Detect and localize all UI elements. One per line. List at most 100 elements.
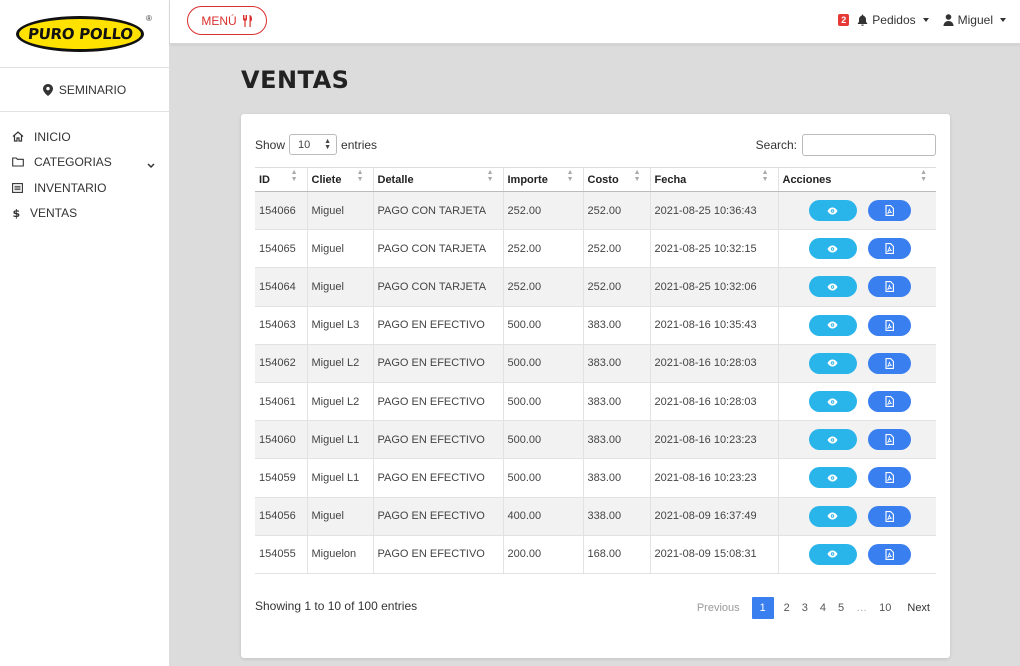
table-row: 154059 Miguel L1 PAGO EN EFECTIVO 500.00 383… bbox=[255, 458, 936, 498]
view-button[interactable] bbox=[808, 391, 857, 413]
row-actions bbox=[783, 543, 937, 565]
file-pdf-icon bbox=[884, 510, 894, 522]
row-actions bbox=[783, 391, 937, 413]
column-header[interactable]: Importe ▲ ▼ bbox=[503, 167, 584, 192]
pagination: Previous 1 2 3 4 5 … 10 Next bbox=[691, 597, 936, 619]
orders-label: Pedidos bbox=[872, 13, 916, 27]
sort-icon: ▲ ▼ bbox=[920, 169, 927, 183]
table-cell: 154055 bbox=[255, 535, 308, 574]
table-cell: 2021-08-16 10:35:43 bbox=[650, 306, 779, 345]
brand-logo[interactable]: PURO POLLO bbox=[16, 15, 144, 52]
sidebar-item-inventario[interactable]: INVENTARIO bbox=[0, 175, 169, 201]
table-cell: 154064 bbox=[255, 267, 308, 307]
sort-icon: ▲ ▼ bbox=[356, 169, 364, 183]
eye-icon bbox=[827, 398, 838, 406]
user-dropdown[interactable]: Miguel bbox=[943, 13, 1006, 27]
view-button[interactable] bbox=[808, 276, 857, 298]
row-actions bbox=[783, 276, 937, 298]
pagination-page[interactable]: 2 bbox=[778, 597, 796, 619]
pdf-button[interactable] bbox=[867, 238, 911, 260]
orders-count-badge: 2 bbox=[838, 14, 850, 26]
table-cell: 154065 bbox=[255, 229, 308, 269]
file-pdf-icon bbox=[884, 281, 894, 293]
show-label: Show bbox=[255, 137, 286, 152]
pagination-next[interactable]: Next bbox=[901, 597, 936, 619]
table-cell: 2021-08-09 15:08:31 bbox=[650, 535, 779, 574]
row-actions bbox=[783, 314, 937, 336]
pdf-button[interactable] bbox=[867, 314, 911, 336]
chevron-down-icon[interactable] bbox=[147, 158, 155, 172]
view-button[interactable] bbox=[808, 352, 857, 374]
actions-cell bbox=[778, 344, 936, 383]
sidebar-item-ventas[interactable]: $ VENTAS bbox=[0, 201, 169, 227]
pagination-previous[interactable]: Previous bbox=[691, 597, 746, 619]
table-row: 154056 Miguel PAGO EN EFECTIVO 400.00 338.00… bbox=[255, 497, 936, 536]
table-cell: Miguel L3 bbox=[307, 306, 374, 345]
caret-down-icon bbox=[922, 18, 929, 22]
folder-icon bbox=[12, 157, 30, 167]
pdf-button[interactable] bbox=[867, 505, 911, 527]
sidebar: PURO POLLO ® SEMINARIO INICIO CATEGORIAS… bbox=[0, 0, 170, 666]
view-button[interactable] bbox=[808, 314, 857, 336]
table-cell: 383.00 bbox=[583, 420, 651, 460]
table-cell: 154060 bbox=[255, 420, 308, 460]
actions-cell bbox=[778, 535, 937, 574]
table-cell: 2021-08-16 10:28:03 bbox=[650, 344, 779, 383]
table-cell: PAGO CON TARJETA bbox=[373, 229, 504, 269]
sidebar-item-inicio[interactable]: INICIO bbox=[0, 124, 169, 150]
table-cell: PAGO EN EFECTIVO bbox=[373, 382, 504, 422]
view-button[interactable] bbox=[808, 505, 857, 527]
sales-table: ID ▲ ▼ Cliete ▲ ▼ Detalle ▲ ▼ Importe ▲ ▼ Costo ▲ ▼ Fec… bbox=[255, 167, 936, 574]
orders-dropdown[interactable]: 2 Pedidos bbox=[838, 13, 929, 27]
eye-icon bbox=[827, 512, 838, 520]
page-size-select[interactable]: 10 ▲ ▼ bbox=[289, 134, 338, 155]
table-cell: Miguel L1 bbox=[307, 458, 374, 498]
menu-button-label: MENÚ bbox=[201, 13, 237, 28]
view-button[interactable] bbox=[808, 467, 857, 489]
select-updown-icon: ▲ ▼ bbox=[324, 137, 332, 151]
sidebar-item-categorias[interactable]: CATEGORIAS bbox=[0, 150, 169, 176]
view-button[interactable] bbox=[808, 200, 857, 222]
table-cell: 154061 bbox=[255, 382, 308, 422]
pagination-page[interactable]: 3 bbox=[796, 597, 814, 619]
table-cell: 500.00 bbox=[503, 344, 584, 383]
pdf-button[interactable] bbox=[867, 352, 911, 374]
page-size-control: Show 10 ▲ ▼ entries bbox=[255, 134, 377, 155]
file-pdf-icon bbox=[884, 205, 894, 217]
pagination-page[interactable]: 4 bbox=[814, 597, 832, 619]
table-row: 154063 Miguel L3 PAGO EN EFECTIVO 500.00 383… bbox=[255, 306, 937, 345]
table-info: Showing 1 to 10 of 100 entries bbox=[255, 599, 418, 613]
column-header[interactable]: Acciones ▲ ▼ bbox=[778, 167, 936, 192]
pdf-button[interactable] bbox=[867, 543, 911, 565]
pdf-button[interactable] bbox=[867, 200, 911, 222]
view-button[interactable] bbox=[808, 429, 857, 451]
search-input[interactable] bbox=[802, 134, 936, 156]
pdf-button[interactable] bbox=[867, 276, 911, 298]
pagination-page[interactable]: 1 bbox=[751, 597, 774, 619]
table-cell: 252.00 bbox=[503, 267, 584, 307]
column-header[interactable]: Detalle ▲ ▼ bbox=[373, 167, 504, 192]
view-button[interactable] bbox=[808, 543, 857, 565]
table-cell: 154063 bbox=[255, 306, 308, 345]
table-cell: 154056 bbox=[255, 497, 308, 536]
actions-cell bbox=[778, 420, 937, 460]
pdf-button[interactable] bbox=[867, 429, 911, 451]
row-actions bbox=[783, 429, 937, 451]
utensils-icon bbox=[242, 14, 252, 27]
column-header[interactable]: Fecha ▲ ▼ bbox=[650, 167, 779, 192]
pdf-button[interactable] bbox=[867, 467, 911, 489]
sidebar-item-label: INVENTARIO bbox=[34, 180, 107, 195]
column-header[interactable]: Costo ▲ ▼ bbox=[583, 167, 651, 192]
branch-name: SEMINARIO bbox=[58, 82, 127, 97]
column-header[interactable]: ID ▲ ▼ bbox=[255, 167, 308, 192]
table-cell: 2021-08-25 10:36:43 bbox=[650, 191, 779, 231]
actions-cell bbox=[778, 458, 936, 498]
pagination-page[interactable]: 10 bbox=[873, 597, 897, 619]
pdf-button[interactable] bbox=[867, 391, 911, 413]
view-button[interactable] bbox=[808, 238, 857, 260]
pagination-page[interactable]: 5 bbox=[832, 597, 850, 619]
menu-button[interactable]: MENÚ bbox=[187, 6, 267, 35]
file-pdf-icon bbox=[884, 434, 894, 446]
column-header-label: Fecha bbox=[654, 173, 687, 186]
column-header[interactable]: Cliete ▲ ▼ bbox=[307, 167, 374, 192]
